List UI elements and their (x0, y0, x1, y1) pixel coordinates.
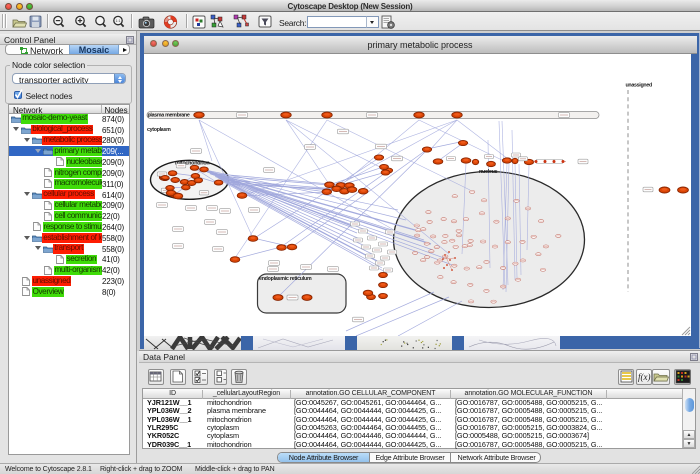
svg-text:unassigned: unassigned (626, 83, 652, 89)
svg-text:endoplasmic reticulum: endoplasmic reticulum (259, 276, 312, 282)
svg-text:f(x): f(x) (638, 372, 651, 382)
svg-text:cytoplasm: cytoplasm (147, 127, 171, 133)
svg-text:plasma membrane: plasma membrane (148, 113, 190, 119)
svg-text:1:1: 1:1 (116, 19, 121, 23)
svg-text:nucleus: nucleus (479, 169, 498, 175)
